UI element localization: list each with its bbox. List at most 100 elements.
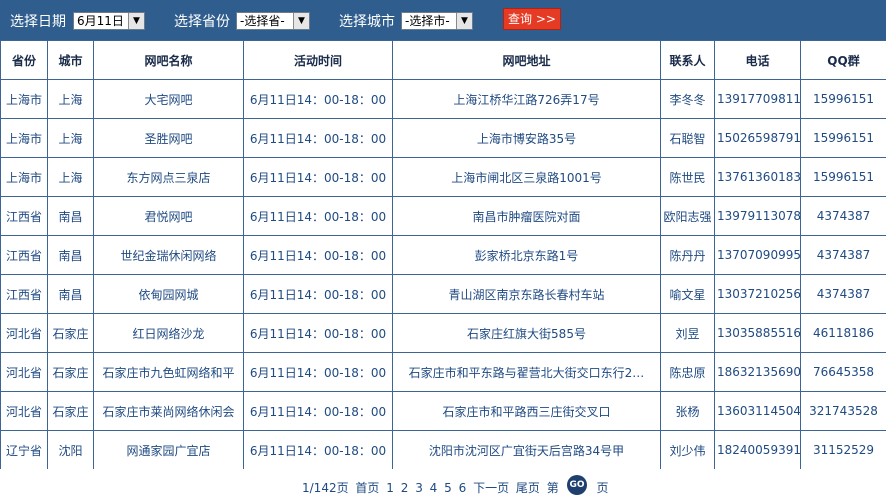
query-button-label: 查询 bbox=[508, 12, 533, 26]
cell-event-time: 6月11日14：00-18：00 bbox=[243, 274, 393, 314]
cell-qq-group: 15996151 bbox=[800, 118, 886, 158]
cell-city: 沈阳 bbox=[47, 430, 94, 470]
cell-address: 上海江桥华江路726弄17号 bbox=[392, 79, 661, 119]
cell-address: 石家庄市和平路西三庄街交叉口 bbox=[392, 391, 661, 431]
netcafe-table-container: 省份 城市 网吧名称 活动时间 网吧地址 联系人 电话 QQ群 上海市 上海 大宅网… bbox=[0, 40, 886, 470]
page-jump-suffix: 页 bbox=[596, 481, 609, 495]
cell-event-time: 6月11日14：00-18：00 bbox=[243, 118, 393, 158]
page-link-5[interactable]: 5 bbox=[444, 481, 452, 495]
cell-qq-group: 76645358 bbox=[800, 352, 886, 392]
cell-event-time: 6月11日14：00-18：00 bbox=[243, 430, 393, 470]
pagination: 1/142页 首页 1 2 3 4 5 6 下一页 尾页 第 页 GO bbox=[0, 469, 886, 504]
cell-phone: 13603114504 bbox=[714, 391, 801, 431]
cell-contact: 张杨 bbox=[660, 391, 715, 431]
city-select[interactable]: -选择市- ▼ bbox=[401, 12, 473, 30]
cell-cafe-name: 石家庄市九色虹网络和平 bbox=[93, 352, 244, 392]
page-link-4[interactable]: 4 bbox=[430, 481, 438, 495]
cell-event-time: 6月11日14：00-18：00 bbox=[243, 391, 393, 431]
table-row: 上海市 上海 大宅网吧 6月11日14：00-18：00 上海江桥华江路726弄17号李… bbox=[0, 79, 886, 119]
province-select-value: -选择省- bbox=[240, 14, 285, 28]
cell-phone: 13979113078 bbox=[714, 196, 801, 236]
header-address: 网吧地址 bbox=[392, 40, 661, 80]
next-page-link[interactable]: 下一页 bbox=[473, 481, 509, 495]
header-city: 城市 bbox=[47, 40, 94, 80]
cell-cafe-name: 网通家园广宜店 bbox=[93, 430, 244, 470]
cell-contact: 喻文星 bbox=[660, 274, 715, 314]
date-select[interactable]: 6月11日 ▼ bbox=[73, 12, 145, 30]
cell-contact: 刘昱 bbox=[660, 313, 715, 353]
cell-qq-group: 4374387 bbox=[800, 235, 886, 275]
cell-address: 石家庄红旗大街585号 bbox=[392, 313, 661, 353]
cell-cafe-name: 红日网络沙龙 bbox=[93, 313, 244, 353]
cell-event-time: 6月11日14：00-18：00 bbox=[243, 79, 393, 119]
table-row: 江西省 南昌 依甸园网城 6月11日14：00-18：00 青山湖区南京东路长春村车站喻… bbox=[0, 274, 886, 314]
filter-bar: 选择日期 6月11日 ▼ 选择省份 -选择省- ▼ 选择城市 -选择市- ▼ 查… bbox=[0, 0, 886, 40]
cell-qq-group: 4374387 bbox=[800, 196, 886, 236]
page-info: 1/142页 bbox=[302, 481, 349, 495]
cell-contact: 陈忠原 bbox=[660, 352, 715, 392]
date-select-value: 6月11日 bbox=[77, 14, 124, 28]
cell-event-time: 6月11日14：00-18：00 bbox=[243, 196, 393, 236]
cell-address: 南昌市肿瘤医院对面 bbox=[392, 196, 661, 236]
cell-qq-group: 46118186 bbox=[800, 313, 886, 353]
cell-contact: 刘少伟 bbox=[660, 430, 715, 470]
header-cafe-name: 网吧名称 bbox=[93, 40, 244, 80]
cell-cafe-name: 东方网点三泉店 bbox=[93, 157, 244, 197]
cell-qq-group: 31152529 bbox=[800, 430, 886, 470]
cell-province: 河北省 bbox=[0, 313, 48, 353]
go-button[interactable]: GO bbox=[567, 475, 587, 495]
cell-contact: 石聪智 bbox=[660, 118, 715, 158]
table-row: 江西省 南昌 君悦网吧 6月11日14：00-18：00 南昌市肿瘤医院对面 欧阳志强 13… bbox=[0, 196, 886, 236]
header-province: 省份 bbox=[0, 40, 48, 80]
cell-province: 江西省 bbox=[0, 274, 48, 314]
city-label: 选择城市 bbox=[339, 14, 395, 30]
cell-province: 河北省 bbox=[0, 352, 48, 392]
cell-province: 江西省 bbox=[0, 196, 48, 236]
table-row: 江西省 南昌 世纪金瑞休闲网络 6月11日14：00-18：00 彭家桥北京东路1号 陈丹… bbox=[0, 235, 886, 275]
cell-cafe-name: 君悦网吧 bbox=[93, 196, 244, 236]
cell-phone: 15026598791 bbox=[714, 118, 801, 158]
page-link-2[interactable]: 2 bbox=[401, 481, 409, 495]
cell-province: 上海市 bbox=[0, 157, 48, 197]
cell-city: 南昌 bbox=[47, 274, 94, 314]
province-select[interactable]: -选择省- ▼ bbox=[236, 12, 310, 30]
chevron-down-icon: ▼ bbox=[456, 13, 472, 29]
cell-contact: 李冬冬 bbox=[660, 79, 715, 119]
cell-city: 上海 bbox=[47, 118, 94, 158]
chevron-down-icon: ▼ bbox=[128, 13, 144, 29]
header-contact: 联系人 bbox=[660, 40, 715, 80]
chevron-down-icon: ▼ bbox=[293, 13, 309, 29]
cell-province: 上海市 bbox=[0, 118, 48, 158]
cell-contact: 欧阳志强 bbox=[660, 196, 715, 236]
netcafe-table: 省份 城市 网吧名称 活动时间 网吧地址 联系人 电话 QQ群 上海市 上海 大宅网… bbox=[0, 40, 886, 470]
table-row: 辽宁省 沈阳 网通家园广宜店 6月11日14：00-18：00 沈阳市沈河区广宜街天后宫… bbox=[0, 430, 886, 470]
last-page-link[interactable]: 尾页 bbox=[516, 481, 540, 495]
first-page-link[interactable]: 首页 bbox=[355, 481, 379, 495]
cell-qq-group: 15996151 bbox=[800, 157, 886, 197]
cell-address: 沈阳市沈河区广宜街天后宫路34号甲 bbox=[392, 430, 661, 470]
cell-address: 青山湖区南京东路长春村车站 bbox=[392, 274, 661, 314]
double-chevron-right-icon: >> bbox=[535, 12, 556, 26]
page-link-3[interactable]: 3 bbox=[415, 481, 423, 495]
cell-address: 石家庄市和平东路与翟营北大街交口东行2… bbox=[392, 352, 661, 392]
cell-phone: 13037210256 bbox=[714, 274, 801, 314]
province-label: 选择省份 bbox=[174, 14, 230, 30]
table-row: 河北省 石家庄 红日网络沙龙 6月11日14：00-18：00 石家庄红旗大街585号刘… bbox=[0, 313, 886, 353]
header-qq-group: QQ群 bbox=[800, 40, 886, 80]
cell-phone: 13707090995 bbox=[714, 235, 801, 275]
cell-province: 辽宁省 bbox=[0, 430, 48, 470]
page-link-6[interactable]: 6 bbox=[459, 481, 467, 495]
cell-cafe-name: 世纪金瑞休闲网络 bbox=[93, 235, 244, 275]
cell-contact: 陈丹丹 bbox=[660, 235, 715, 275]
cell-phone: 13035885516 bbox=[714, 313, 801, 353]
query-button[interactable]: 查询 >> bbox=[503, 8, 561, 30]
cell-province: 河北省 bbox=[0, 391, 48, 431]
cell-city: 南昌 bbox=[47, 235, 94, 275]
cell-qq-group: 4374387 bbox=[800, 274, 886, 314]
cell-phone: 18632135690 bbox=[714, 352, 801, 392]
cell-event-time: 6月11日14：00-18：00 bbox=[243, 157, 393, 197]
cell-city: 石家庄 bbox=[47, 313, 94, 353]
cell-address: 上海市博安路35号 bbox=[392, 118, 661, 158]
page-link-1[interactable]: 1 bbox=[386, 481, 394, 495]
cell-city: 石家庄 bbox=[47, 391, 94, 431]
